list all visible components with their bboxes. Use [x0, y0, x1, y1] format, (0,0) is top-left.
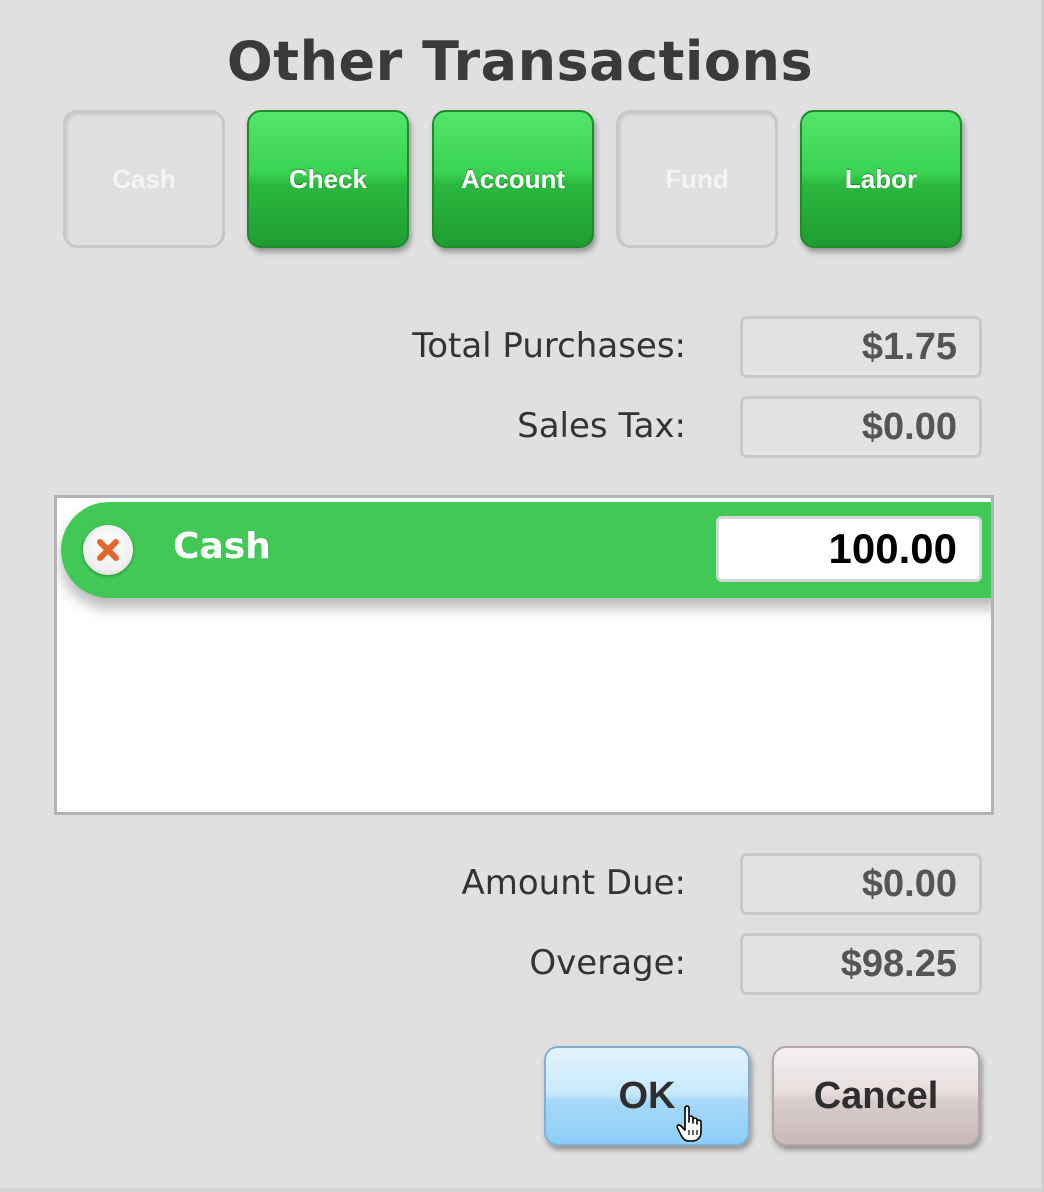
total-purchases-label: Total Purchases: [412, 326, 686, 366]
overage-label: Overage: [529, 943, 686, 983]
dialog-title: Other Transactions [226, 30, 814, 93]
tender-amount-input[interactable]: 100.00 [716, 516, 982, 582]
tender-label: Cash [173, 526, 271, 567]
total-purchases-value: $1.75 [740, 316, 982, 378]
tender-type-labor-button[interactable]: Labor [800, 110, 962, 248]
amount-due-value: $0.00 [740, 853, 982, 915]
sales-tax-label: Sales Tax: [517, 406, 686, 446]
tender-type-check-button[interactable]: Check [247, 110, 409, 248]
other-transactions-dialog: Other Transactions Cash Check Account Fu… [0, 0, 1044, 1192]
sales-tax-value: $0.00 [740, 396, 982, 458]
cancel-button[interactable]: Cancel [772, 1046, 980, 1146]
amount-due-row: Amount Due: $0.00 [0, 853, 1000, 917]
window-edge-bottom [0, 1188, 1044, 1192]
tender-type-account-button[interactable]: Account [432, 110, 594, 248]
remove-tender-button[interactable] [83, 525, 133, 575]
remove-icon [97, 539, 119, 561]
tender-type-fund-button[interactable]: Fund [616, 110, 778, 248]
amount-due-label: Amount Due: [461, 863, 686, 903]
tender-row-cash: Cash 100.00 [61, 502, 991, 598]
hand-pointer-cursor-icon [676, 1105, 702, 1142]
sales-tax-row: Sales Tax: $0.00 [0, 396, 1000, 460]
overage-value: $98.25 [740, 933, 982, 995]
total-purchases-row: Total Purchases: $1.75 [0, 316, 1000, 380]
tender-type-cash-button[interactable]: Cash [63, 110, 225, 248]
ok-button[interactable]: OK [544, 1046, 750, 1146]
overage-row: Overage: $98.25 [0, 933, 1000, 997]
tender-list[interactable]: Cash 100.00 [54, 495, 994, 815]
